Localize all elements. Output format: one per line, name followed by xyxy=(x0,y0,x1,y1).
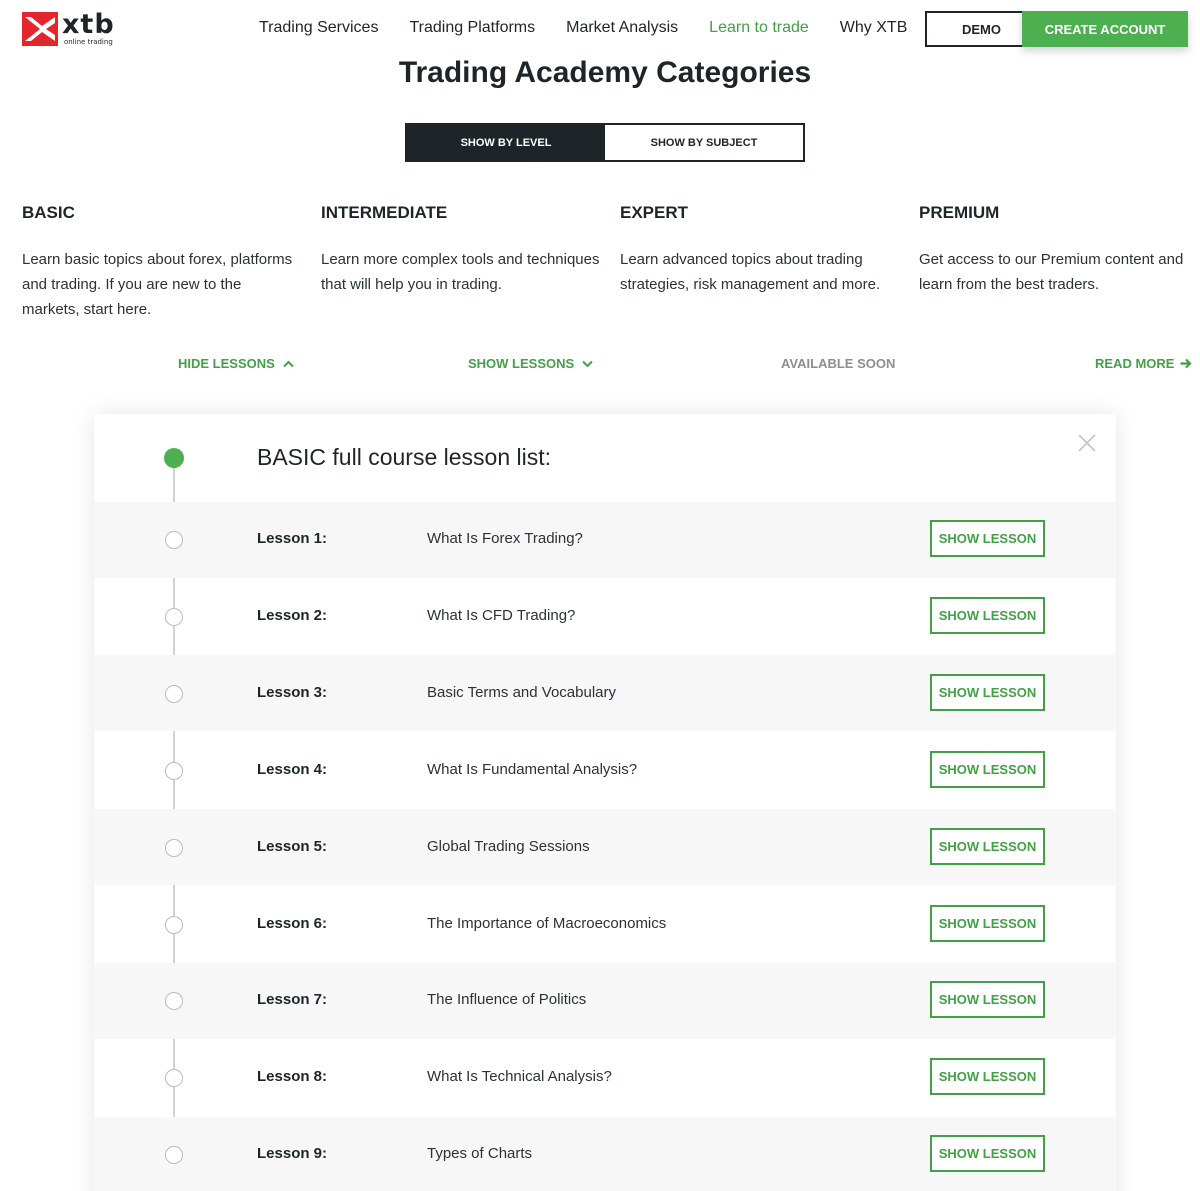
timeline-dot xyxy=(165,685,183,703)
lesson-number: Lesson 7: xyxy=(257,991,328,1008)
show-lessons-button[interactable]: SHOW LESSONS xyxy=(468,356,593,371)
show-by-level-tab[interactable]: SHOW BY LEVEL xyxy=(407,125,605,160)
nav-why-xtb[interactable]: Why XTB xyxy=(840,19,908,37)
chevron-down-icon xyxy=(582,360,593,367)
arrow-right-icon xyxy=(1180,358,1193,369)
lesson-title: Basic Terms and Vocabulary xyxy=(427,684,616,701)
show-lesson-button[interactable]: SHOW LESSON xyxy=(930,751,1045,788)
logo-tagline: online trading xyxy=(64,38,113,46)
lesson-row: Lesson 8: What Is Technical Analysis? SH… xyxy=(94,1040,1116,1116)
level-description: Learn advanced topics about trading stra… xyxy=(620,251,881,293)
panel-title: BASIC full course lesson list: xyxy=(257,444,552,470)
show-lesson-button[interactable]: SHOW LESSON xyxy=(930,597,1045,634)
action-label: AVAILABLE SOON xyxy=(781,356,896,371)
show-lesson-button[interactable]: SHOW LESSON xyxy=(930,828,1045,865)
lesson-number: Lesson 1: xyxy=(257,530,328,547)
level-expert: EXPERT Learn advanced topics about tradi… xyxy=(620,203,900,297)
nav-trading-platforms[interactable]: Trading Platforms xyxy=(409,19,535,37)
create-account-button[interactable]: CREATE ACCOUNT xyxy=(1022,11,1188,47)
view-toggle: SHOW BY LEVEL SHOW BY SUBJECT xyxy=(405,123,805,162)
timeline-dot xyxy=(165,531,183,549)
lesson-row: Lesson 2: What Is CFD Trading? SHOW LESS… xyxy=(94,578,1116,654)
main-nav: Trading Services Trading Platforms Marke… xyxy=(259,19,938,37)
timeline-dot xyxy=(165,916,183,934)
site-header: xtb online trading Trading Services Trad… xyxy=(0,0,1200,60)
xtb-logo-icon xyxy=(22,12,58,46)
lesson-row: Lesson 4: What Is Fundamental Analysis? … xyxy=(94,732,1116,808)
level-description: Learn more complex tools and techniques … xyxy=(321,251,600,293)
read-more-link[interactable]: READ MORE xyxy=(1095,356,1193,371)
nav-market-analysis[interactable]: Market Analysis xyxy=(566,19,678,37)
action-label: READ MORE xyxy=(1095,356,1175,371)
level-title: PREMIUM xyxy=(919,203,1000,222)
xtb-logo[interactable]: xtb online trading xyxy=(22,9,115,46)
lesson-title: Types of Charts xyxy=(427,1145,533,1162)
show-lesson-button[interactable]: SHOW LESSON xyxy=(930,674,1045,711)
level-title: EXPERT xyxy=(620,203,689,222)
action-label: HIDE LESSONS xyxy=(178,356,275,371)
show-by-subject-tab[interactable]: SHOW BY SUBJECT xyxy=(605,125,803,160)
nav-learn-to-trade[interactable]: Learn to trade xyxy=(709,19,809,37)
lesson-number: Lesson 3: xyxy=(257,684,328,701)
show-lesson-button[interactable]: SHOW LESSON xyxy=(930,981,1045,1018)
timeline-dot xyxy=(165,1069,183,1087)
timeline-dot xyxy=(165,762,183,780)
lesson-number: Lesson 9: xyxy=(257,1145,328,1162)
chevron-up-icon xyxy=(283,360,294,367)
hide-lessons-button[interactable]: HIDE LESSONS xyxy=(178,356,294,371)
timeline-dot xyxy=(165,839,183,857)
show-lesson-button[interactable]: SHOW LESSON xyxy=(930,1135,1045,1172)
lesson-row: Lesson 6: The Importance of Macroeconomi… xyxy=(94,886,1116,962)
lesson-number: Lesson 2: xyxy=(257,607,328,624)
lesson-title: The Influence of Politics xyxy=(427,991,587,1008)
lesson-title: What Is CFD Trading? xyxy=(427,607,576,624)
level-intermediate: INTERMEDIATE Learn more complex tools an… xyxy=(321,203,601,297)
level-description: Learn basic topics about forex, platform… xyxy=(22,251,293,318)
lesson-list-panel: BASIC full course lesson list: Lesson 1:… xyxy=(94,414,1116,1191)
show-lesson-button[interactable]: SHOW LESSON xyxy=(930,1058,1045,1095)
timeline-dot xyxy=(165,992,183,1010)
lesson-title: What Is Technical Analysis? xyxy=(427,1068,612,1085)
lesson-row: Lesson 7: The Influence of Politics SHOW… xyxy=(94,963,1116,1039)
lesson-title: What Is Forex Trading? xyxy=(427,530,583,547)
lesson-number: Lesson 6: xyxy=(257,915,328,932)
lesson-number: Lesson 4: xyxy=(257,761,328,778)
level-premium: PREMIUM Get access to our Premium conten… xyxy=(919,203,1199,297)
available-soon-label: AVAILABLE SOON xyxy=(781,356,895,371)
close-icon[interactable] xyxy=(1078,434,1096,452)
level-basic: BASIC Learn basic topics about forex, pl… xyxy=(22,203,302,322)
lesson-title: Global Trading Sessions xyxy=(427,838,590,855)
show-lesson-button[interactable]: SHOW LESSON xyxy=(930,905,1045,942)
lesson-number: Lesson 8: xyxy=(257,1068,328,1085)
level-title: INTERMEDIATE xyxy=(321,203,448,222)
lesson-row: Lesson 3: Basic Terms and Vocabulary SHO… xyxy=(94,655,1116,731)
logo-wordmark: xtb xyxy=(62,9,115,40)
timeline-dot xyxy=(165,608,183,626)
level-description: Get access to our Premium content and le… xyxy=(919,251,1184,293)
lesson-row: Lesson 5: Global Trading Sessions SHOW L… xyxy=(94,809,1116,885)
level-title: BASIC xyxy=(22,203,75,222)
action-label: SHOW LESSONS xyxy=(468,356,575,371)
lesson-title: What Is Fundamental Analysis? xyxy=(427,761,638,778)
lesson-row: Lesson 9: Types of Charts SHOW LESSON xyxy=(94,1117,1116,1191)
timeline-start-dot xyxy=(164,448,184,468)
lesson-row: Lesson 1: What Is Forex Trading? SHOW LE… xyxy=(94,502,1116,578)
lesson-title: The Importance of Macroeconomics xyxy=(427,915,667,932)
page-title: Trading Academy Categories xyxy=(398,56,812,89)
lesson-number: Lesson 5: xyxy=(257,838,328,855)
timeline-dot xyxy=(165,1146,183,1164)
show-lesson-button[interactable]: SHOW LESSON xyxy=(930,520,1045,557)
nav-trading-services[interactable]: Trading Services xyxy=(259,19,378,37)
